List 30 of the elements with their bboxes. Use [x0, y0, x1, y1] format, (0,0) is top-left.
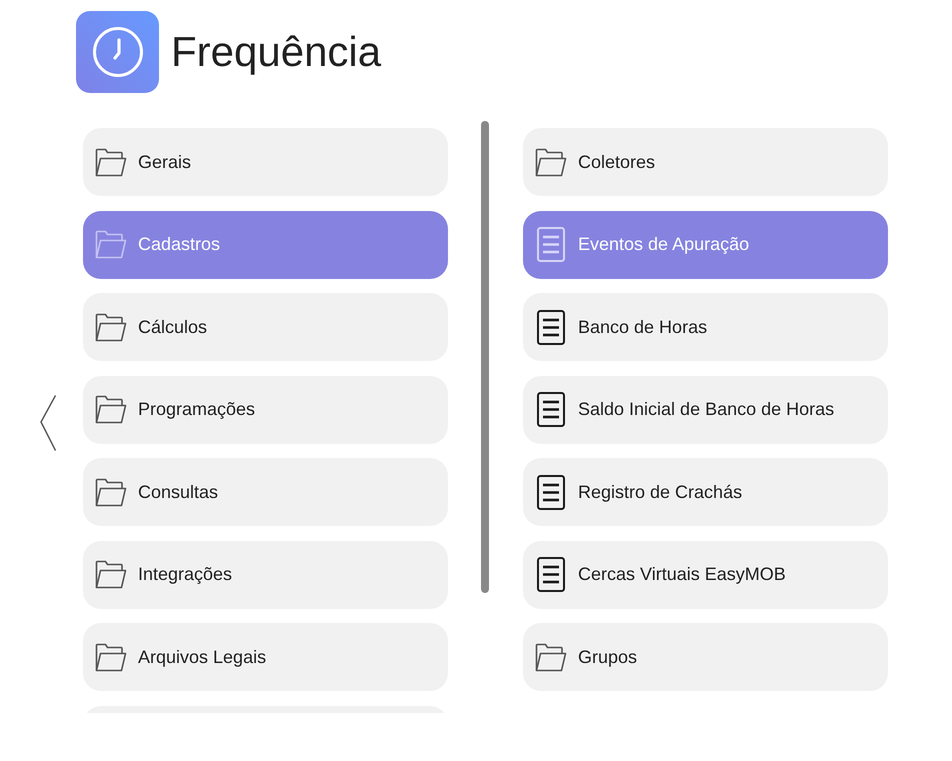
- menu-item[interactable]: Cercas Virtuais EasyMOB: [523, 540, 888, 608]
- menu-item[interactable]: Registro de Crachás: [523, 458, 888, 526]
- back-chevron-button[interactable]: [40, 395, 56, 451]
- menu-item[interactable]: Cálculos: [83, 293, 448, 361]
- document-icon: [537, 474, 565, 510]
- clock-app-icon: [76, 11, 159, 93]
- page-title: Frequência: [171, 31, 382, 73]
- document-icon: [537, 392, 565, 427]
- menu-item[interactable]: Grupos: [523, 623, 888, 691]
- menu-item[interactable]: Integrações: [83, 540, 448, 608]
- folder-icon: [95, 478, 127, 506]
- folder-icon: [95, 148, 127, 176]
- folder-icon: [95, 312, 127, 342]
- folder-icon: [95, 642, 127, 672]
- folder-icon: [95, 230, 127, 259]
- document-icon: [537, 227, 565, 262]
- menu-item[interactable]: Saldo Inicial de Banco de Horas: [523, 376, 888, 444]
- menu-item[interactable]: Coletores: [523, 128, 888, 196]
- menu-item[interactable]: Gerais: [83, 128, 448, 196]
- menu-item[interactable]: Banco de Horas: [523, 293, 888, 361]
- folder-icon: [535, 642, 567, 672]
- document-icon: [537, 557, 565, 592]
- document-icon: [537, 310, 565, 344]
- menu-item[interactable]: Consultas: [83, 458, 448, 526]
- folder-icon: [535, 148, 567, 176]
- scrollbar-thumb[interactable]: [481, 121, 489, 593]
- menu-item[interactable]: Programações: [83, 376, 448, 444]
- folder-icon: [95, 560, 127, 589]
- menu-item[interactable]: Arquivos Legais: [83, 623, 448, 691]
- folder-icon: [95, 395, 127, 424]
